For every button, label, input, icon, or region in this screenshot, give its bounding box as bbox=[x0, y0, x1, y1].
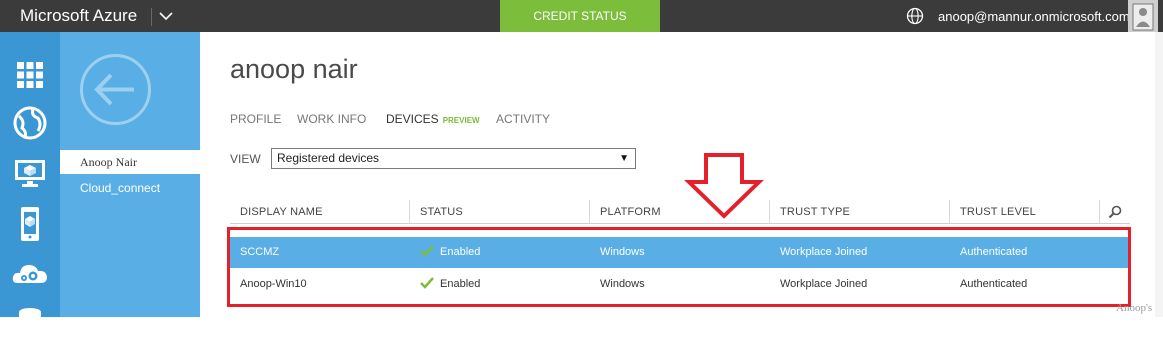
mobile-service-icon[interactable] bbox=[11, 205, 49, 243]
page-title: anoop nair bbox=[230, 54, 358, 84]
column-header-display-name[interactable]: DISPLAY NAME bbox=[230, 200, 323, 224]
icon-sidebar bbox=[0, 32, 60, 332]
search-icon[interactable] bbox=[1108, 205, 1122, 219]
page-edge bbox=[1155, 32, 1163, 317]
annotation-arrow-icon bbox=[684, 153, 764, 219]
column-header-status[interactable]: STATUS bbox=[410, 200, 463, 224]
subnav-item-anoop-nair[interactable]: Anoop Nair bbox=[60, 150, 200, 174]
column-divider bbox=[1099, 200, 1100, 224]
brand-divider bbox=[151, 8, 152, 26]
chevron-down-icon[interactable] bbox=[158, 7, 174, 25]
tab-activity[interactable]: ACTIVITY bbox=[496, 112, 550, 126]
column-header-trust-level[interactable]: TRUST LEVEL bbox=[950, 200, 1036, 224]
tab-profile[interactable]: PROFILE bbox=[230, 112, 281, 126]
back-arrow-icon[interactable] bbox=[79, 53, 152, 126]
cloud-services-icon[interactable] bbox=[11, 255, 49, 293]
view-dropdown-value: Registered devices bbox=[277, 151, 380, 165]
annotation-highlight-box bbox=[227, 227, 1131, 307]
table-header: DISPLAY NAME STATUS PLATFORM TRUST TYPE … bbox=[230, 200, 1130, 224]
grid-icon[interactable] bbox=[11, 56, 49, 94]
view-label: VIEW bbox=[230, 152, 261, 166]
secondary-nav: Anoop Nair Cloud_connect bbox=[60, 32, 200, 317]
avatar[interactable] bbox=[1128, 0, 1158, 32]
user-photo-icon bbox=[1128, 0, 1158, 32]
view-dropdown[interactable]: Registered devices ▼ bbox=[271, 148, 636, 169]
globe-network-icon[interactable] bbox=[11, 104, 49, 142]
column-header-platform[interactable]: PLATFORM bbox=[590, 200, 661, 224]
tab-devices[interactable]: DEVICES PREVIEW bbox=[386, 112, 480, 126]
virtual-machine-icon[interactable] bbox=[11, 154, 49, 192]
dropdown-caret-icon: ▼ bbox=[619, 153, 629, 164]
globe-icon[interactable] bbox=[906, 7, 924, 25]
watermark: Anoop's bbox=[1116, 302, 1153, 314]
top-bar: Microsoft Azure CREDIT STATUS anoop@mann… bbox=[0, 0, 1163, 32]
user-email[interactable]: anoop@mannur.onmicrosoft.com bbox=[938, 9, 1130, 24]
tab-devices-label: DEVICES bbox=[386, 112, 439, 126]
subnav-item-cloud-connect[interactable]: Cloud_connect bbox=[60, 176, 200, 200]
brand-title[interactable]: Microsoft Azure bbox=[20, 6, 137, 26]
tab-work-info[interactable]: WORK INFO bbox=[297, 112, 366, 126]
column-header-trust-type[interactable]: TRUST TYPE bbox=[770, 200, 850, 224]
database-icon[interactable] bbox=[11, 304, 49, 342]
preview-badge: PREVIEW bbox=[442, 116, 480, 125]
credit-status-button[interactable]: CREDIT STATUS bbox=[500, 0, 660, 32]
